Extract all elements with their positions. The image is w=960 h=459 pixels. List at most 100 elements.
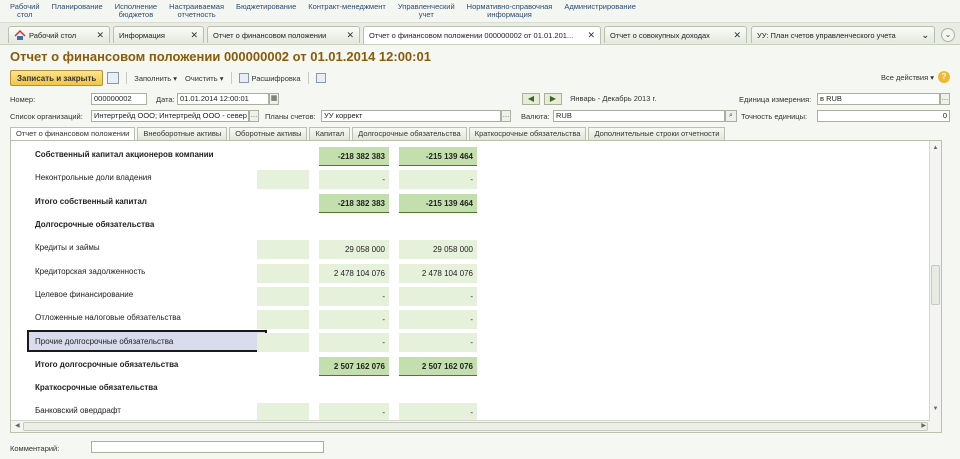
all-actions-menu[interactable]: Все действия ▾ [881,73,934,82]
table-row[interactable]: Кредиторская задолженность 2 478 104 076 2… [27,260,477,283]
unit-pick-button[interactable]: … [940,93,950,105]
scroll-thumb[interactable] [931,265,940,305]
value-cell[interactable] [257,194,309,213]
report-table[interactable]: Собственный капитал акционеров компании -… [10,140,942,433]
orgs-pick-button[interactable]: … [249,110,259,122]
menu-item-budgeting[interactable]: Бюджетирование [230,0,302,11]
comment-field[interactable] [91,441,324,453]
menu-item-management-accounting[interactable]: Управленческий учет [392,0,461,19]
value-cell[interactable]: -218 382 383 [319,147,389,166]
value-cell[interactable] [257,286,309,306]
scroll-up-icon[interactable]: ▲ [931,145,940,155]
save-icon[interactable] [107,72,120,84]
tab-financial-position-report[interactable]: Отчет о финансовом положении [10,127,136,140]
table-row[interactable]: Краткосрочные обязательства [27,376,477,399]
scroll-down-icon[interactable]: ▼ [931,406,940,416]
tree-icon[interactable] [315,73,326,83]
close-icon[interactable]: ✕ [587,30,595,41]
horizontal-scrollbar[interactable]: ◀ ▶ [11,420,930,432]
scroll-right-icon[interactable]: ▶ [921,422,926,429]
value-cell[interactable] [257,147,309,166]
value-cell[interactable]: - [319,333,389,353]
tab-information[interactable]: Информация ✕ [113,26,204,43]
menu-item-budget-execution[interactable]: Исполнение бюджетов [109,0,163,19]
unit-field[interactable]: в RUB [817,93,940,105]
menu-item-planning[interactable]: Планирование [46,0,109,11]
tab-financial-position[interactable]: Отчет о финансовом положении ✕ [207,26,360,43]
tab-current-assets[interactable]: Оборотные активы [229,127,308,140]
value-cell[interactable]: 29 058 000 [319,240,389,260]
value-cell[interactable]: -218 382 383 [319,193,389,213]
plans-field[interactable]: УУ коррект [321,110,501,122]
value-cell[interactable]: -215 139 464 [399,147,477,166]
orgs-field[interactable]: Интертрейд ООО; Интертрейд ООО - север [91,110,249,122]
tab-capital[interactable]: Капитал [309,127,351,140]
value-cell[interactable]: - [399,170,477,190]
precision-field[interactable]: 0 [817,110,950,122]
close-icon[interactable]: ✕ [346,30,354,41]
value-cell[interactable]: - [319,286,389,306]
menu-item-custom-reports[interactable]: Настраиваемая отчетность [163,0,230,19]
plans-pick-button[interactable]: … [501,110,511,122]
currency-field[interactable]: RUB [553,110,725,122]
tab-chart-of-accounts[interactable]: УУ: План счетов управленческого учета ⌄ [751,26,935,43]
arrow-left-icon[interactable]: ◀ [522,93,540,105]
value-cell[interactable]: 2 478 104 076 [399,263,477,283]
table-row[interactable]: Прочие долгосрочные обязательства - - [27,329,477,353]
tab-comprehensive-income[interactable]: Отчет о совокупных доходах ✕ [604,26,747,43]
scroll-thumb[interactable] [23,422,928,431]
menu-item-administration[interactable]: Администрирование [558,0,642,11]
tab-financial-position-doc[interactable]: Отчет о финансовом положении 000000002 о… [363,26,601,44]
search-icon[interactable]: ⌕ [725,110,737,122]
tab-desktop[interactable]: Рабочий стол ✕ [8,26,110,43]
selected-cell[interactable]: Прочие долгосрочные обязательства [27,330,267,353]
value-cell[interactable]: 2 478 104 076 [319,263,389,283]
value-cell[interactable]: 29 058 000 [399,240,477,260]
value-cell[interactable]: - [399,286,477,306]
value-cell[interactable] [257,357,309,376]
tab-noncurrent-assets[interactable]: Внеоборотные активы [137,127,228,140]
table-row[interactable]: Долгосрочные обязательства [27,213,477,236]
menu-item-desktop[interactable]: Рабочий стол [4,0,46,19]
table-row[interactable]: Кредиты и займы 29 058 000 29 058 000 [27,236,477,260]
close-icon[interactable]: ✕ [190,30,198,41]
value-cell[interactable]: 2 507 162 076 [399,356,477,376]
tabs-menu-button[interactable]: ⌄ [941,28,955,42]
value-cell[interactable] [257,333,309,353]
table-row[interactable]: Итого собственный капитал -218 382 383 -21… [27,190,477,213]
help-icon[interactable]: ? [938,71,950,83]
number-field[interactable]: 000000002 [91,93,147,105]
value-cell[interactable]: -215 139 464 [399,193,477,213]
value-cell[interactable]: - [319,310,389,330]
value-cell[interactable]: 2 507 162 076 [319,356,389,376]
tab-shortterm-liabilities[interactable]: Краткосрочные обязательства [468,127,587,140]
value-cell[interactable]: - [399,333,477,353]
scroll-left-icon[interactable]: ◀ [15,422,20,429]
table-row[interactable]: Неконтрольные доли владения - - [27,166,477,190]
arrow-right-icon[interactable]: ▶ [544,93,562,105]
calendar-icon[interactable]: ▦ [269,93,279,105]
value-cell[interactable] [257,240,309,260]
vertical-scrollbar[interactable]: ▲ ▼ [929,141,941,432]
value-cell[interactable]: - [399,310,477,330]
table-row[interactable]: Целевое финансирование - - [27,283,477,306]
menu-item-contract-management[interactable]: Контракт-менеджмент [302,0,392,11]
value-cell[interactable] [257,310,309,330]
chevron-down-icon[interactable]: ⌄ [921,30,929,41]
save-close-button[interactable]: Записать и закрыть [10,70,104,86]
value-cell[interactable] [257,263,309,283]
decode-button[interactable]: Расшифровка [238,73,301,83]
tab-longterm-liabilities[interactable]: Долгосрочные обязательства [352,127,467,140]
table-row[interactable]: Отложенные налоговые обязательства - - [27,306,477,330]
value-cell[interactable] [257,170,309,190]
table-row[interactable]: Собственный капитал акционеров компании -… [27,143,477,166]
menu-item-reference-info[interactable]: Нормативно-справочная информация [461,0,559,19]
fill-button[interactable]: Заполнить ▾ [134,74,177,83]
table-row[interactable]: Итого долгосрочные обязательства 2 507 16… [27,353,477,376]
clear-button[interactable]: Очистить ▾ [185,74,224,83]
close-icon[interactable]: ✕ [733,30,741,41]
value-cell[interactable]: - [319,170,389,190]
date-field[interactable]: 01.01.2014 12:00:01 [177,93,269,105]
close-icon[interactable]: ✕ [96,30,104,41]
tab-additional-lines[interactable]: Дополнительные строки отчетности [588,127,726,140]
